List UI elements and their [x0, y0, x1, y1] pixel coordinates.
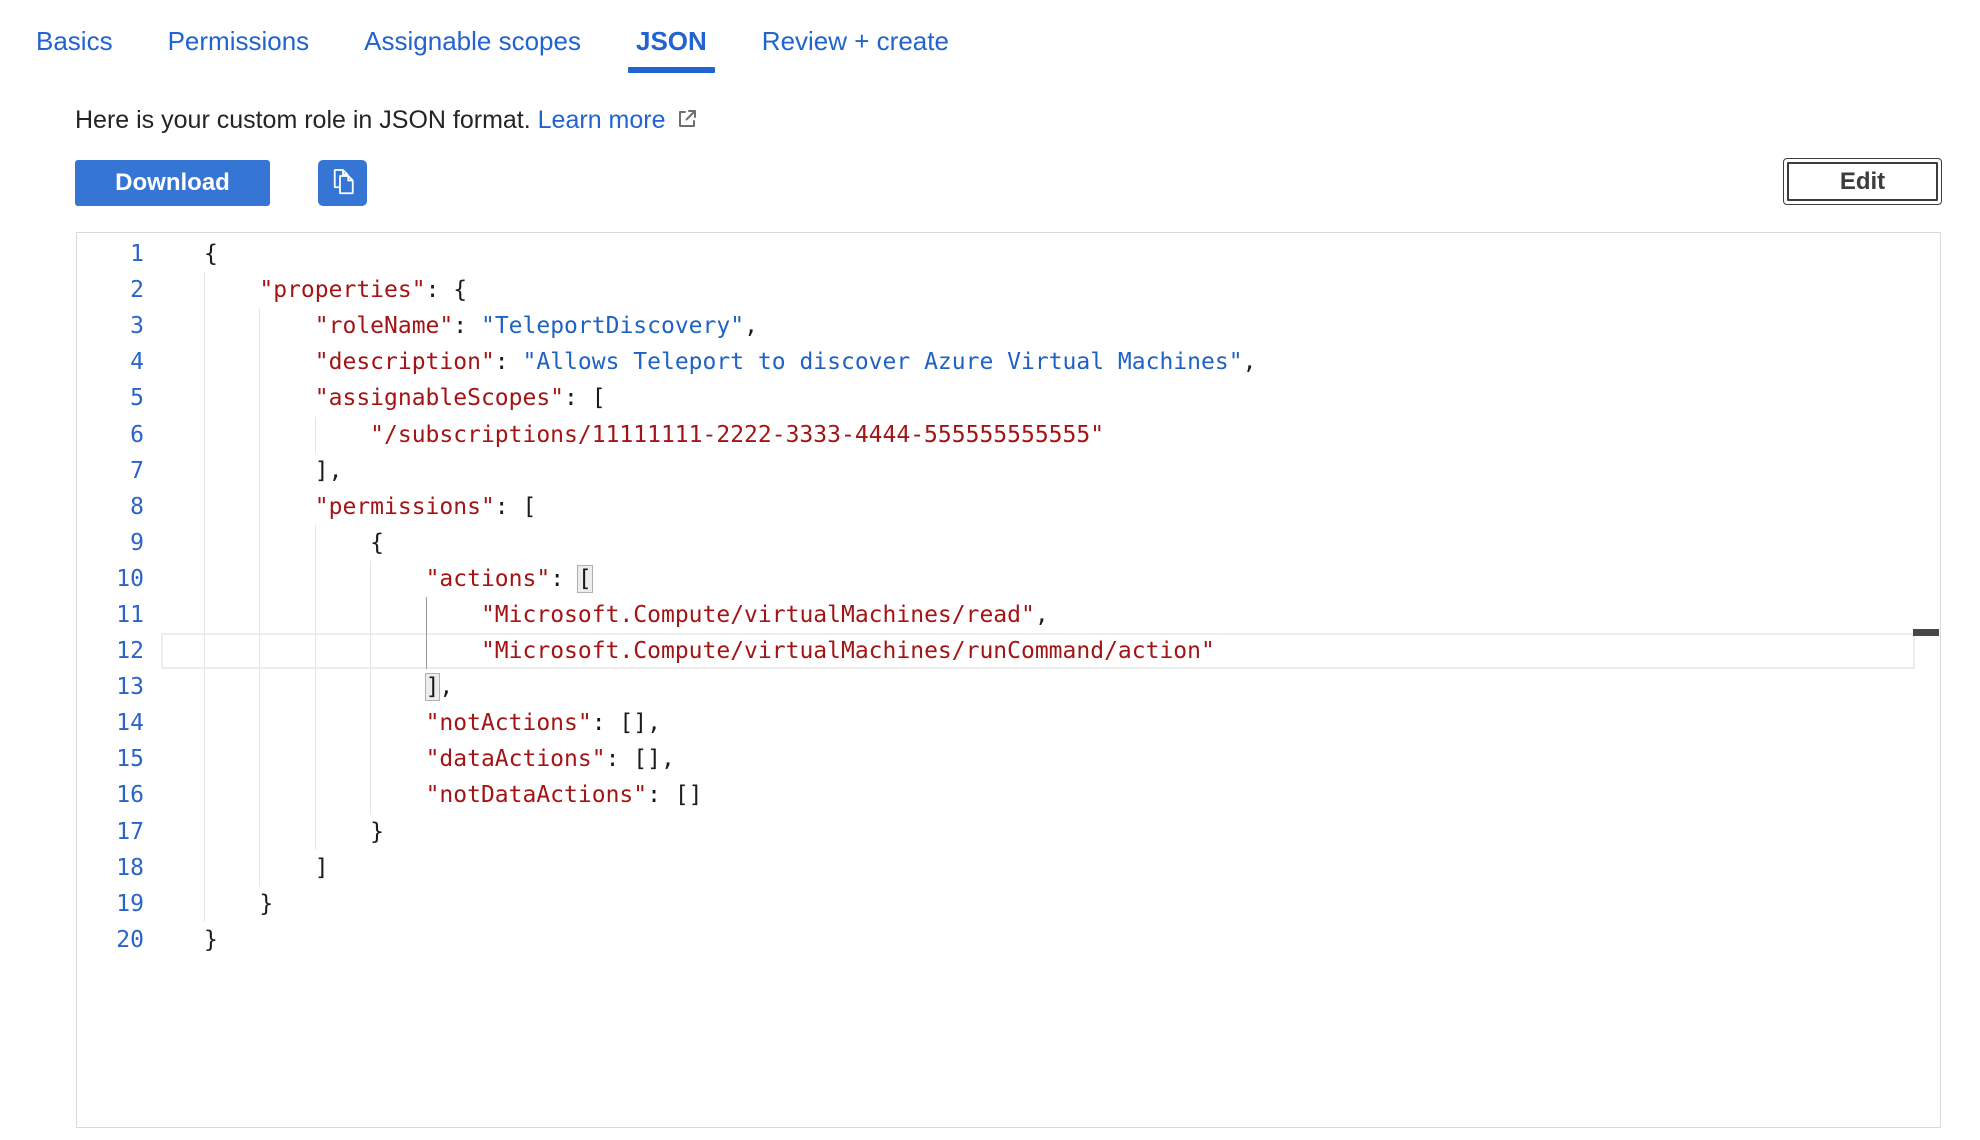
line-number: 19	[77, 891, 144, 917]
copy-button[interactable]	[318, 160, 367, 206]
code-content: ]	[144, 855, 329, 881]
code-line: 16 "notDataActions": []	[77, 777, 1940, 813]
code-content: "/subscriptions/11111111-2222-3333-4444-…	[144, 422, 1104, 448]
code-line: 19 }	[77, 886, 1940, 922]
line-number: 6	[77, 422, 144, 448]
line-number: 14	[77, 710, 144, 736]
line-number: 17	[77, 819, 144, 845]
learn-more-link[interactable]: Learn more	[538, 106, 666, 134]
code-content: "description": "Allows Teleport to disco…	[144, 349, 1256, 375]
code-content: "notDataActions": []	[144, 782, 703, 808]
tab-assignable-scopes[interactable]: Assignable scopes	[364, 26, 581, 73]
line-number: 16	[77, 782, 144, 808]
line-number: 3	[77, 313, 144, 339]
code-line: 10 "actions": [	[77, 561, 1940, 597]
code-content: "assignableScopes": [	[144, 385, 606, 411]
line-number: 12	[77, 638, 144, 664]
tab-label: Review + create	[762, 26, 949, 56]
tab-basics[interactable]: Basics	[36, 26, 113, 73]
tab-json[interactable]: JSON	[636, 26, 707, 73]
code-lines: 1{2 "properties": {3 "roleName": "Telepo…	[77, 236, 1940, 958]
tab-label: Permissions	[168, 26, 310, 56]
code-line: 4 "description": "Allows Teleport to dis…	[77, 344, 1940, 380]
code-line: 20}	[77, 922, 1940, 958]
code-line: 17 }	[77, 814, 1940, 850]
code-content: "dataActions": [],	[144, 746, 675, 772]
edit-button[interactable]: Edit	[1783, 158, 1942, 205]
code-line: 7 ],	[77, 453, 1940, 489]
tab-label: Assignable scopes	[364, 26, 581, 56]
code-content: "Microsoft.Compute/virtualMachines/runCo…	[144, 638, 1215, 664]
tab-review-create[interactable]: Review + create	[762, 26, 949, 73]
active-tab-underline	[628, 67, 715, 73]
line-number: 2	[77, 277, 144, 303]
tab-label: Basics	[36, 26, 113, 56]
copy-icon	[325, 164, 361, 203]
download-button[interactable]: Download	[75, 160, 270, 206]
intro-label: Here is your custom role in JSON format.	[75, 106, 531, 134]
code-content: "roleName": "TeleportDiscovery",	[144, 313, 758, 339]
code-line: 14 "notActions": [],	[77, 705, 1940, 741]
line-number: 18	[77, 855, 144, 881]
intro-text: Here is your custom role in JSON format.…	[75, 106, 699, 135]
line-number: 8	[77, 494, 144, 520]
tab-label: JSON	[636, 26, 707, 56]
line-number: 1	[77, 241, 144, 267]
code-line: 12 "Microsoft.Compute/virtualMachines/ru…	[77, 633, 1940, 669]
code-content: }	[144, 891, 273, 917]
code-line: 15 "dataActions": [],	[77, 741, 1940, 777]
external-link-icon	[675, 107, 699, 131]
code-content: {	[144, 241, 218, 267]
code-content: "properties": {	[144, 277, 467, 303]
overview-ruler-cursor-marker	[1913, 629, 1939, 636]
custom-role-json-page: Basics Permissions Assignable scopes JSON Re…	[0, 0, 1980, 1140]
code-line: 13 ],	[77, 669, 1940, 705]
code-line: 3 "roleName": "TeleportDiscovery",	[77, 308, 1940, 344]
code-content: "permissions": [	[144, 494, 536, 520]
line-number: 13	[77, 674, 144, 700]
edit-button-label: Edit	[1787, 162, 1938, 201]
line-number: 4	[77, 349, 144, 375]
code-line: 11 "Microsoft.Compute/virtualMachines/re…	[77, 597, 1940, 633]
code-content: {	[144, 530, 384, 556]
code-content: ],	[144, 674, 453, 700]
code-line: 2 "properties": {	[77, 272, 1940, 308]
code-line: 9 {	[77, 525, 1940, 561]
line-number: 9	[77, 530, 144, 556]
matched-bracket: [	[578, 566, 592, 592]
code-line: 5 "assignableScopes": [	[77, 380, 1940, 416]
code-line: 6 "/subscriptions/11111111-2222-3333-444…	[77, 416, 1940, 452]
code-content: ],	[144, 458, 342, 484]
code-line: 18 ]	[77, 850, 1940, 886]
line-number: 10	[77, 566, 144, 592]
json-editor[interactable]: 1{2 "properties": {3 "roleName": "Telepo…	[76, 232, 1941, 1128]
code-line: 1{	[77, 236, 1940, 272]
code-content: "actions": [	[144, 566, 592, 592]
matched-bracket: ]	[426, 674, 440, 700]
tab-permissions[interactable]: Permissions	[168, 26, 310, 73]
code-content: }	[144, 819, 384, 845]
code-content: "notActions": [],	[144, 710, 661, 736]
tab-bar: Basics Permissions Assignable scopes JSON Re…	[36, 26, 949, 73]
line-number: 15	[77, 746, 144, 772]
code-line: 8 "permissions": [	[77, 489, 1940, 525]
line-number: 20	[77, 927, 144, 953]
code-content: }	[144, 927, 218, 953]
code-content: "Microsoft.Compute/virtualMachines/read"…	[144, 602, 1049, 628]
line-number: 7	[77, 458, 144, 484]
line-number: 11	[77, 602, 144, 628]
line-number: 5	[77, 385, 144, 411]
